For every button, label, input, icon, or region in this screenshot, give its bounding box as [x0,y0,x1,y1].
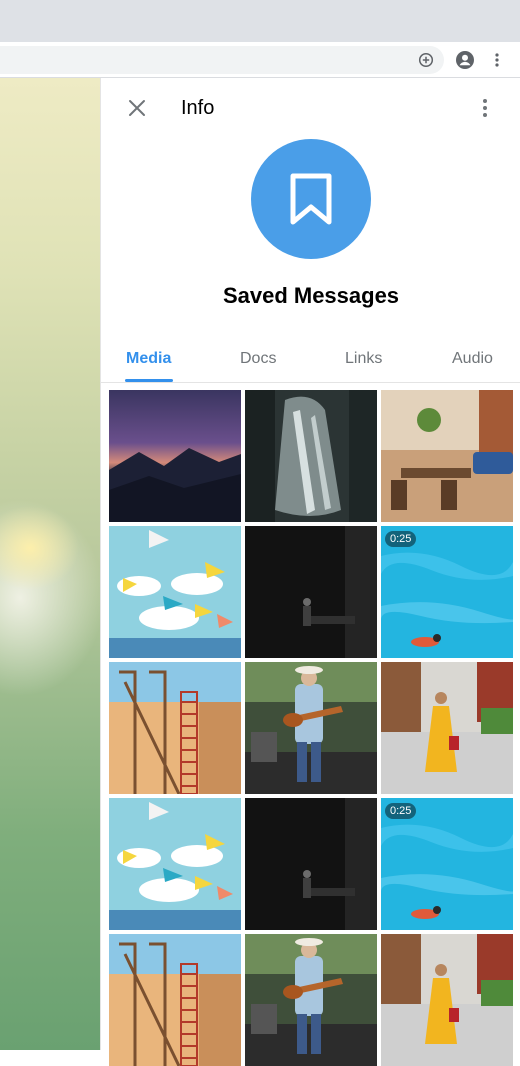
chat-background [0,78,100,1050]
media-item-video[interactable]: 0:25 [381,526,513,658]
browser-menu-icon[interactable] [487,50,507,70]
media-item[interactable] [381,934,513,1066]
media-item[interactable] [109,798,241,930]
info-header: Info [101,78,520,136]
media-item[interactable] [245,390,377,522]
media-item[interactable] [109,526,241,658]
video-duration: 0:25 [385,531,417,547]
info-panel: Info Saved Messages Media Docs Links Aud… [100,78,520,1066]
active-tab-indicator [125,379,173,382]
media-tabs: Media Docs Links Audio [101,346,520,383]
more-vertical-icon[interactable] [473,96,497,120]
media-item[interactable] [245,798,377,930]
close-icon[interactable] [125,96,149,120]
media-item-video[interactable]: 0:25 [381,798,513,930]
address-bar[interactable] [0,46,444,74]
chat-name: Saved Messages [222,283,400,308]
video-duration: 0:25 [385,803,417,819]
bookmark-icon [290,173,332,225]
media-item[interactable] [245,934,377,1066]
tab-audio[interactable]: Audio [452,350,493,368]
media-item[interactable] [381,390,513,522]
browser-toolbar [0,42,520,78]
media-item[interactable] [245,526,377,658]
tab-docs[interactable]: Docs [240,350,276,368]
avatar [251,139,371,259]
add-circle-icon[interactable] [416,50,436,70]
tab-links[interactable]: Links [345,350,382,368]
tab-media[interactable]: Media [126,350,171,368]
browser-tab-strip [0,0,520,42]
media-item[interactable] [109,390,241,522]
media-item[interactable] [245,662,377,794]
media-item[interactable] [109,662,241,794]
media-item[interactable] [109,934,241,1066]
media-item[interactable] [381,662,513,794]
account-circle-icon[interactable] [455,50,475,70]
page-title: Info [181,97,215,119]
